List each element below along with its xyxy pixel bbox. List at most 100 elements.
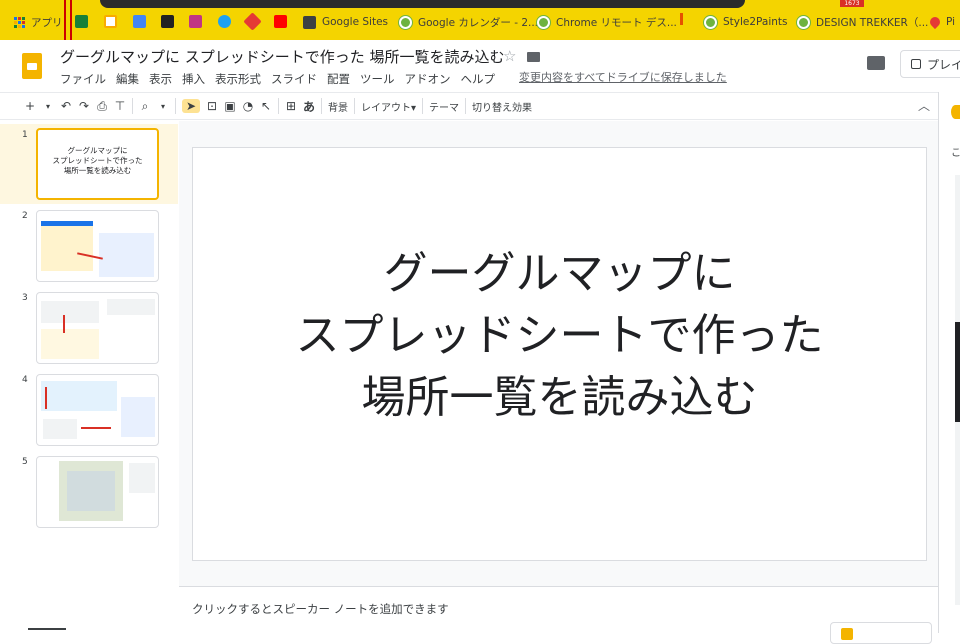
star-icon[interactable]: ☆ [503,47,516,65]
theme-preview[interactable] [955,322,960,422]
twitter-bookmark-icon[interactable] [218,15,231,28]
new-slide-icon[interactable]: + [24,99,36,113]
map-thumbnail [67,471,115,511]
toolbar-divider [321,98,323,114]
save-status-link[interactable]: 変更内容をすべてドライブに保存しました [519,69,727,85]
thumbnail-content [41,329,99,359]
slide-thumbnail-3[interactable] [36,292,159,364]
heart-icon [927,14,943,30]
undo-icon[interactable]: ↶ [60,99,72,113]
bookmark-label: アプリ [31,16,63,29]
menu-format[interactable]: 表示形式 [215,71,261,87]
theme-button[interactable]: テーマ [429,99,459,114]
thumbnail-content [43,419,77,439]
layout-button[interactable]: レイアウト▾ [361,99,416,114]
document-title[interactable]: グーグルマップに スプレッドシートで作った 場所一覧を読み込む [60,46,505,67]
shape-icon[interactable]: ◔ [242,99,254,113]
slide-thumbnail-2[interactable] [36,210,159,282]
thumbnail-title: グーグルマップに スプレッドシートで作った 場所一覧を読み込む [52,146,143,175]
thumbnail-content [129,463,155,493]
select-cursor-icon[interactable]: ➤ [182,99,200,113]
present-button[interactable]: プレイ [900,50,960,78]
slide-title-line: グーグルマップに [383,248,736,299]
slide-canvas[interactable]: グーグルマップに スプレッドシートで作った 場所一覧を読み込む [192,147,927,561]
slide-thumbnail-4[interactable] [36,374,159,446]
slide-thumbnail-1[interactable]: グーグルマップに スプレッドシートで作った 場所一覧を読み込む [36,128,159,200]
bookmark-style2paints[interactable]: Style2Paints [704,14,788,30]
docs-bookmark-icon[interactable] [133,15,146,28]
instagram-bookmark-icon[interactable] [189,15,202,28]
toolbar-divider [354,98,356,114]
slides-logo-icon[interactable] [22,53,42,79]
bookmark-google-calendar[interactable]: Google カレンダー - 2... [399,14,538,30]
image-icon[interactable]: ▣ [224,99,236,113]
zoom-icon[interactable]: ⌕ [139,99,151,114]
chevron-down-icon[interactable]: ▾ [157,102,169,111]
menu-arrange[interactable]: 配置 [327,71,350,87]
red-marker-line [64,0,66,40]
play-icon [911,59,921,69]
background-button[interactable]: 背景 [328,99,348,114]
paint-format-icon[interactable]: ⊤ [114,99,126,113]
sheets-bookmark-icon[interactable] [75,15,88,28]
amazon-bookmark-icon[interactable] [161,15,174,28]
thumbnail-content [99,233,154,277]
menu-edit[interactable]: 編集 [116,71,139,87]
thumbnail-content [41,221,93,271]
collapse-toolbar-icon[interactable]: ︿ [918,97,930,114]
slides-bookmark-icon[interactable] [104,15,117,28]
slide-title[interactable]: グーグルマップに スプレッドシートで作った 場所一覧を読み込む [193,243,926,429]
menu-addons[interactable]: アドオン [405,71,451,87]
menu-help[interactable]: ヘルプ [461,71,496,87]
address-bar-edge[interactable] [100,0,745,8]
toolbar-divider [278,98,279,114]
transition-button[interactable]: 切り替え効果 [472,99,532,114]
bookmark-label: Google Sites [322,16,388,28]
bookmark-design-trekker[interactable]: DESIGN TREKKER（... [797,14,928,30]
menu-slide[interactable]: スライド [271,71,317,87]
menu-tools[interactable]: ツール [360,71,395,87]
thumbnail-content [41,221,93,226]
theme-panel-icon[interactable] [951,105,960,119]
line-icon[interactable]: ↖ [260,99,272,113]
explore-icon [841,628,853,640]
arrow-icon [45,387,47,409]
toolbar: + ▾ ↶ ↷ ⎙ ⊤ ⌕ ▾ ➤ ⊡ ▣ ◔ ↖ ⊞ あ 背景 レイアウト▾ … [0,92,938,120]
chrome-icon [797,15,810,29]
bookmark-apps[interactable]: アプリ [14,14,63,30]
menu-view[interactable]: 表示 [149,71,172,87]
comment-add-icon[interactable]: ⊞ [285,99,297,113]
thumbnail-content [41,381,117,411]
chevron-down-icon[interactable]: ▾ [42,102,54,111]
bookmark-chrome-remote[interactable]: Chrome リモート デス... [537,14,677,30]
folder-icon[interactable] [527,52,540,62]
sites-icon [303,15,316,29]
tool-bookmark-icon[interactable] [243,12,262,31]
slide-number: 1 [22,130,28,140]
speaker-notes[interactable]: クリックするとスピーカー ノートを追加できます [192,601,449,617]
chrome-icon [537,15,550,29]
redo-icon[interactable]: ↷ [78,99,90,113]
toolbar-divider [422,98,424,114]
arrow-icon [81,427,111,429]
comments-icon[interactable] [867,56,885,70]
menu-insert[interactable]: 挿入 [182,71,205,87]
bookmark-google-sites[interactable]: Google Sites [303,14,388,30]
apps-grid-icon [14,16,25,28]
thumbnail-content [41,301,99,323]
toolbar-divider [175,98,176,114]
red-marker-line [70,0,72,40]
text-box-icon[interactable]: ⊡ [206,99,218,113]
menu-bar: ファイル 編集 表示 挿入 表示形式 スライド 配置 ツール アドオン ヘルプ [60,71,495,87]
menu-file[interactable]: ファイル [60,71,106,87]
input-tools-icon[interactable]: あ [303,98,315,115]
slide-number: 4 [22,375,28,385]
notes-resize-handle[interactable] [179,586,938,587]
print-icon[interactable]: ⎙ [96,99,108,114]
bookmark-pi[interactable]: Pi [927,14,955,30]
slide-thumbnail-5[interactable] [36,456,159,528]
arrow-icon [63,315,65,333]
explore-button[interactable] [830,622,932,644]
slide-number: 2 [22,211,28,221]
youtube-bookmark-icon[interactable] [274,15,287,28]
